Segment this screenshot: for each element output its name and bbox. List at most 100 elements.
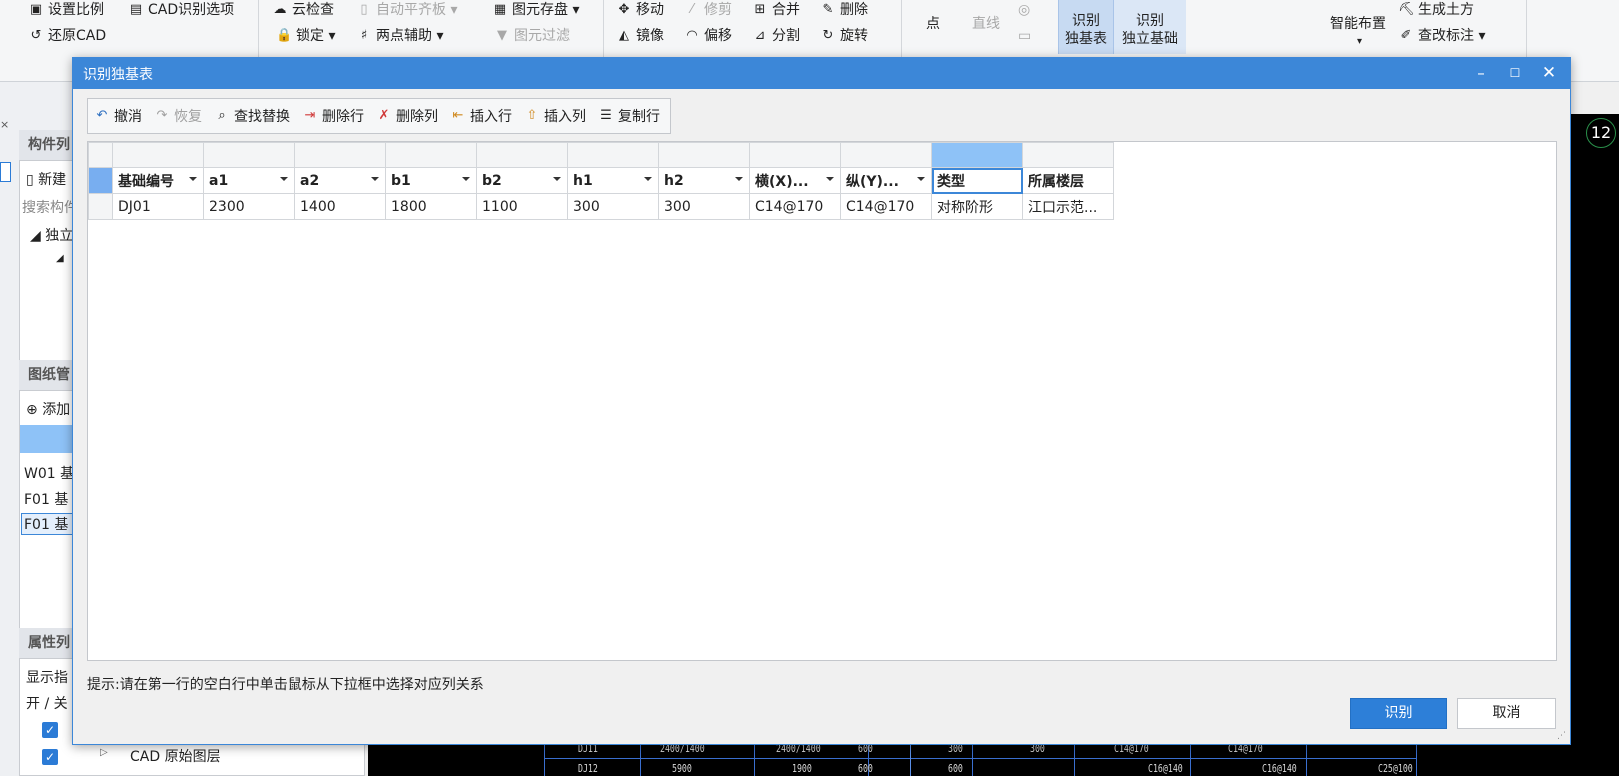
table-cell[interactable]: 江口示范...	[1022, 193, 1114, 220]
table-cell[interactable]: 1800	[385, 193, 477, 220]
split-button[interactable]: ⊿ 分割	[752, 26, 800, 46]
insert-row-button[interactable]: ⇤ 插入行	[450, 106, 512, 126]
redo-button[interactable]: ↷ 恢复	[154, 106, 202, 126]
add-drawing-button[interactable]: ⊕ 添加	[26, 399, 70, 419]
find-replace-button[interactable]: ⌕ 查找替换	[214, 106, 290, 126]
table-cell[interactable]: 2300	[203, 193, 295, 220]
drawing-item[interactable]: W01 基	[24, 463, 74, 483]
table-cell[interactable]: DJ01	[112, 193, 204, 220]
mapping-cell[interactable]	[749, 142, 841, 168]
table-cell[interactable]: 1400	[294, 193, 386, 220]
close-icon[interactable]: ×	[0, 118, 19, 134]
cad-options-button[interactable]: ▤ CAD识别选项	[128, 0, 234, 20]
offset-button[interactable]: ◠ 偏移	[684, 26, 732, 46]
dialog-titlebar[interactable]: 识别独基表 – ☐ ✕	[73, 58, 1570, 89]
column-select[interactable]: a2	[294, 167, 386, 194]
dropdown-icon[interactable]	[917, 177, 925, 181]
cad-layer-checkbox[interactable]: ✓	[42, 749, 58, 765]
dropdown-icon[interactable]	[644, 177, 652, 181]
mapping-cell[interactable]	[658, 142, 750, 168]
edit-annotation-button[interactable]: ✐ 查改标注 ▾	[1398, 26, 1486, 46]
line-button[interactable]: 直线	[972, 14, 1000, 34]
copy-row-button[interactable]: ☰ 复制行	[598, 106, 660, 126]
mapping-cell[interactable]	[112, 142, 204, 168]
dropdown-icon[interactable]	[462, 177, 470, 181]
mapping-cell[interactable]	[840, 142, 932, 168]
point-button[interactable]: 点	[926, 14, 940, 34]
dropdown-icon[interactable]	[826, 177, 834, 181]
row-header[interactable]	[88, 193, 113, 220]
expand-icon[interactable]: ▷	[100, 747, 108, 758]
drawing-item[interactable]: F01 基	[24, 489, 68, 509]
delete-row-button[interactable]: ⇥ 删除行	[302, 106, 364, 126]
mapping-cell[interactable]	[567, 142, 659, 168]
delete-column-button[interactable]: ✗ 删除列	[376, 106, 438, 126]
canvas-cad-table[interactable]: DJ11 2400/1400 2400/1400 600 300 300 C14…	[368, 740, 1570, 776]
resize-grip-icon[interactable]: ⋰	[1557, 731, 1567, 741]
column-select[interactable]: 纵(Y)...	[840, 167, 932, 194]
generate-earthwork-button[interactable]: ⛏ 生成土方	[1398, 0, 1474, 20]
smart-layout-dropdown-icon[interactable]: ▾	[1357, 32, 1362, 52]
mapping-cell[interactable]	[1022, 142, 1114, 168]
identify-foundation-table-button[interactable]: 识别 独基表	[1058, 0, 1114, 54]
dropdown-icon[interactable]	[189, 177, 197, 181]
smart-layout-button[interactable]: 智能布置	[1330, 14, 1386, 34]
column-select[interactable]: 所属楼层	[1022, 167, 1114, 194]
dropdown-icon[interactable]	[735, 177, 743, 181]
merge-button[interactable]: ⊞ 合并	[752, 0, 800, 20]
identify-button[interactable]: 识别	[1350, 698, 1447, 729]
column-select[interactable]: 横(X)...	[749, 167, 841, 194]
dropdown-icon[interactable]	[280, 177, 288, 181]
drawing-canvas[interactable]: 12	[1570, 114, 1619, 776]
delete-button[interactable]: ✎ 删除	[820, 0, 868, 20]
dropdown-icon[interactable]	[371, 177, 379, 181]
layer-checkbox[interactable]: ✓	[42, 722, 58, 738]
set-scale-button[interactable]: ▣ 设置比例	[28, 0, 104, 20]
minimize-icon[interactable]: –	[1466, 60, 1496, 86]
trim-button[interactable]: ⁄ 修剪	[684, 0, 732, 20]
column-select[interactable]: 基础编号	[112, 167, 204, 194]
mirror-button[interactable]: ◭ 镜像	[616, 26, 664, 46]
side-tab[interactable]	[0, 162, 11, 182]
mapping-cell[interactable]	[385, 142, 477, 168]
close-icon[interactable]: ✕	[1534, 60, 1564, 86]
column-select[interactable]: h1	[567, 167, 659, 194]
row-header-selected[interactable]	[88, 167, 113, 194]
show-option[interactable]: 显示指	[26, 667, 68, 687]
insert-column-button[interactable]: ⇧ 插入列	[524, 106, 586, 126]
tree-root-item[interactable]: ◢ 独立	[30, 225, 73, 245]
table-cell[interactable]: C14@170	[749, 193, 841, 220]
column-select[interactable]: a1	[203, 167, 295, 194]
mapping-cell-selected[interactable]	[931, 142, 1023, 168]
column-select[interactable]: b2	[476, 167, 568, 194]
restore-cad-button[interactable]: ↺ 还原CAD	[28, 26, 107, 46]
mapping-cell[interactable]	[476, 142, 568, 168]
undo-button[interactable]: ↶ 撤消	[94, 106, 142, 126]
drawing-item-selected[interactable]: F01 基	[21, 513, 76, 535]
maximize-icon[interactable]: ☐	[1500, 60, 1530, 86]
circle-icon[interactable]: ◎	[1018, 0, 1030, 20]
cloud-check-button[interactable]: ☁ 云检查	[272, 0, 335, 20]
lock-button[interactable]: 🔒 锁定 ▾	[276, 26, 335, 46]
new-component-button[interactable]: ▯ 新建	[26, 169, 66, 189]
column-select-current[interactable]: 类型	[931, 167, 1023, 194]
two-point-axis-button[interactable]: ♯ 两点辅助 ▾	[356, 26, 444, 46]
rotate-button[interactable]: ↻ 旋转	[820, 26, 868, 46]
identify-foundation-button[interactable]: 识别 独立基础	[1114, 0, 1186, 54]
column-select[interactable]: h2	[658, 167, 750, 194]
table-cell[interactable]: 300	[658, 193, 750, 220]
mapping-cell[interactable]	[294, 142, 386, 168]
save-element-button[interactable]: ▦ 图元存盘 ▾	[492, 0, 580, 20]
table-cell[interactable]: C14@170	[840, 193, 932, 220]
move-button[interactable]: ✥ 移动	[616, 0, 664, 20]
tree-expand-icon[interactable]: ◢	[56, 253, 64, 264]
rect-icon[interactable]: ▭	[1018, 26, 1031, 46]
column-select[interactable]: b1	[385, 167, 477, 194]
auto-level-slab-button[interactable]: ▯ 自动平齐板 ▾	[356, 0, 457, 20]
table-cell[interactable]: 300	[567, 193, 659, 220]
table-cell[interactable]: 1100	[476, 193, 568, 220]
cancel-button[interactable]: 取消	[1457, 698, 1556, 729]
mapping-cell[interactable]	[203, 142, 295, 168]
table-cell[interactable]: 对称阶形	[931, 193, 1023, 220]
component-search-input[interactable]: 搜索构件	[22, 197, 76, 217]
